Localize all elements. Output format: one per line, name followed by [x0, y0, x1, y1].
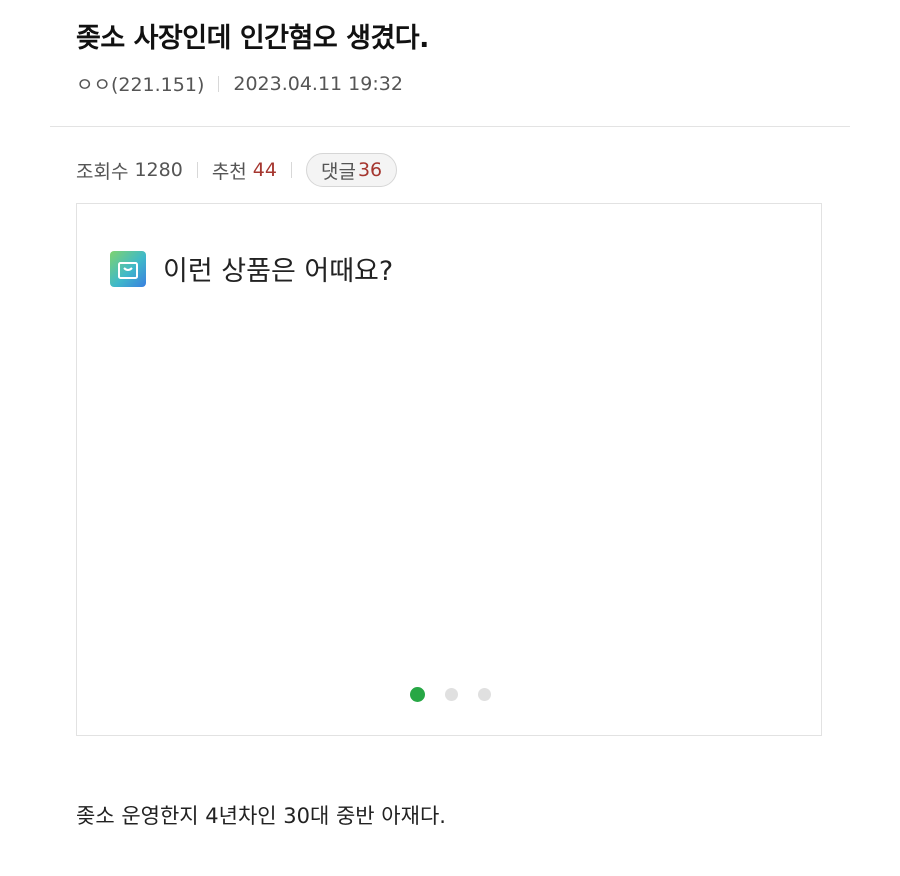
post-body-first-line: 좆소 운영한지 4년차인 30대 중반 아재다.	[76, 804, 446, 828]
product-heading: 이런 상품은 어때요?	[163, 256, 394, 287]
carousel-dot[interactable]	[478, 688, 491, 701]
stats-divider	[290, 162, 292, 178]
comments-label: 댓글	[320, 160, 356, 183]
carousel-dot[interactable]	[445, 688, 458, 701]
comments-button[interactable]: 댓글 36	[305, 153, 398, 187]
comments-count: 36	[357, 159, 383, 181]
meta-divider	[218, 75, 220, 92]
header-divider	[50, 126, 850, 127]
carousel-pagination	[410, 687, 511, 702]
recommend-label: 추천	[211, 160, 247, 183]
post-stats: 조회수 1280 추천 44 댓글 36	[76, 152, 398, 188]
post-meta: ㅇㅇ(221.151) 2023.04.11 19:32	[76, 70, 403, 97]
recommend-count: 44	[252, 159, 277, 181]
views-count: 1280	[134, 159, 183, 181]
product-recommendation-box: 이런 상품은 어때요?	[76, 203, 822, 736]
post-datetime: 2023.04.11 19:32	[233, 72, 403, 95]
shopping-bag-icon	[110, 250, 146, 287]
product-header: 이런 상품은 어때요?	[110, 249, 393, 288]
author-name[interactable]: ㅇㅇ(221.151)	[76, 70, 204, 97]
carousel-dot[interactable]	[410, 687, 425, 702]
stats-divider	[196, 162, 198, 178]
post-title: 좆소 사장인데 인간혐오 생겼다.	[76, 23, 429, 54]
views-label: 조회수	[76, 160, 129, 183]
